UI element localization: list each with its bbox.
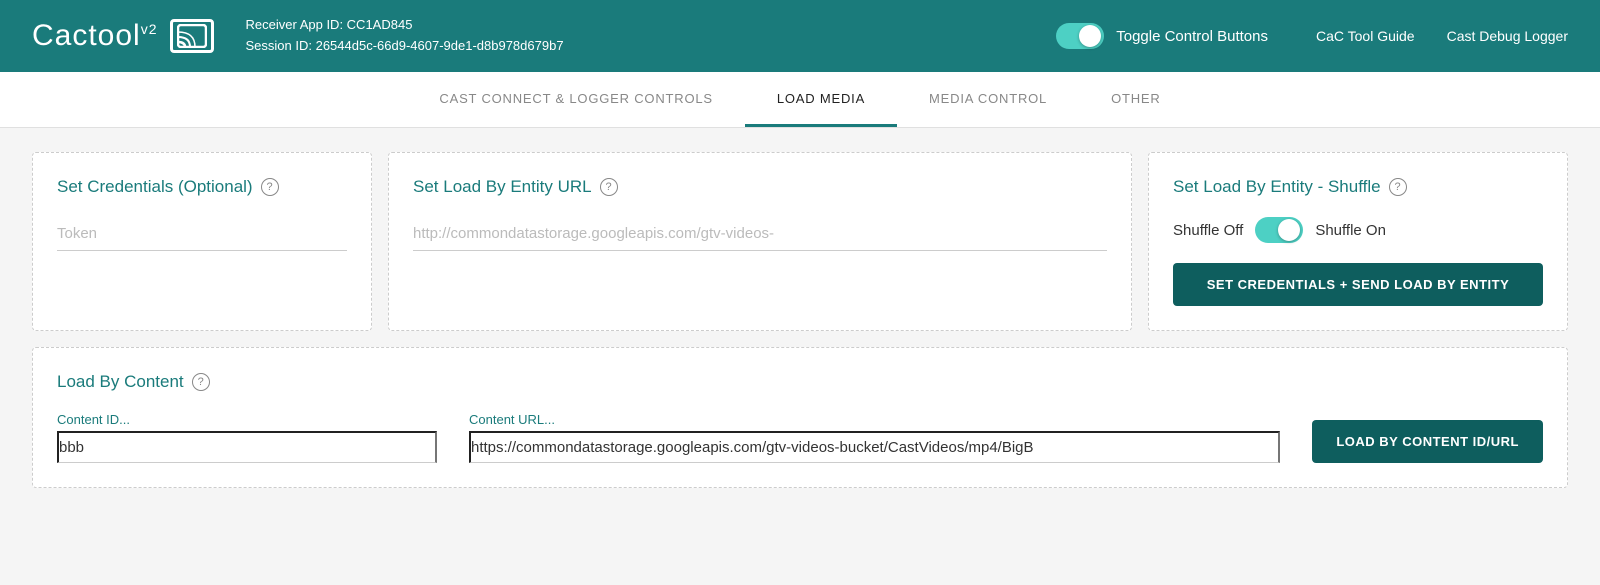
- tab-other[interactable]: OTHER: [1079, 73, 1193, 127]
- toggle-area: Toggle Control Buttons: [1056, 23, 1268, 49]
- content-id-group: Content ID...: [57, 412, 437, 463]
- content-fields-row: Content ID... Content URL... LOAD BY CON…: [57, 412, 1543, 463]
- cast-debug-logger-link[interactable]: Cast Debug Logger: [1447, 28, 1568, 44]
- send-load-by-entity-button[interactable]: SET CREDENTIALS + SEND LOAD BY ENTITY: [1173, 263, 1543, 306]
- load-content-card: Load By Content ? Content ID... Content …: [32, 347, 1568, 488]
- entity-url-card: Set Load By Entity URL ?: [388, 152, 1132, 331]
- entity-url-input[interactable]: [413, 217, 1107, 251]
- toggle-knob: [1079, 25, 1101, 47]
- content-url-label: Content URL...: [469, 412, 1280, 427]
- main-content: Set Credentials (Optional) ? Set Load By…: [0, 128, 1600, 512]
- tabs-bar: CAST CONNECT & LOGGER CONTROLS LOAD MEDI…: [0, 72, 1600, 128]
- token-input[interactable]: [57, 217, 347, 251]
- credentials-help-icon[interactable]: ?: [261, 178, 279, 196]
- shuffle-toggle[interactable]: [1255, 217, 1303, 243]
- shuffle-on-label: Shuffle On: [1315, 222, 1386, 239]
- tab-media-control[interactable]: MEDIA CONTROL: [897, 73, 1079, 127]
- shuffle-card: Set Load By Entity - Shuffle ? Shuffle O…: [1148, 152, 1568, 331]
- top-cards-row: Set Credentials (Optional) ? Set Load By…: [32, 152, 1568, 331]
- logo-name: Cactool: [32, 19, 141, 52]
- shuffle-card-title: Set Load By Entity - Shuffle ?: [1173, 177, 1543, 197]
- shuffle-toggle-knob: [1278, 219, 1300, 241]
- entity-url-title-text: Set Load By Entity URL: [413, 177, 592, 197]
- load-content-title-text: Load By Content: [57, 372, 184, 392]
- receiver-app-id: Receiver App ID: CC1AD845: [246, 15, 1057, 36]
- session-id: Session ID: 26544d5c-66d9-4607-9de1-d8b9…: [246, 36, 1057, 57]
- content-id-input[interactable]: [57, 431, 437, 463]
- toggle-label: Toggle Control Buttons: [1116, 28, 1268, 45]
- entity-url-card-title: Set Load By Entity URL ?: [413, 177, 1107, 197]
- credentials-title-text: Set Credentials (Optional): [57, 177, 253, 197]
- entity-url-help-icon[interactable]: ?: [600, 178, 618, 196]
- cac-tool-guide-link[interactable]: CaC Tool Guide: [1316, 28, 1415, 44]
- logo-text: Cactoolv2: [32, 19, 158, 53]
- header-info: Receiver App ID: CC1AD845 Session ID: 26…: [246, 15, 1057, 57]
- shuffle-toggle-row: Shuffle Off Shuffle On: [1173, 217, 1543, 243]
- control-buttons-toggle[interactable]: [1056, 23, 1104, 49]
- header-nav: CaC Tool Guide Cast Debug Logger: [1316, 28, 1568, 44]
- load-content-button[interactable]: LOAD BY CONTENT ID/URL: [1312, 420, 1543, 463]
- shuffle-help-icon[interactable]: ?: [1389, 178, 1407, 196]
- logo-version: v2: [141, 21, 158, 37]
- load-content-help-icon[interactable]: ?: [192, 373, 210, 391]
- load-content-card-title: Load By Content ?: [57, 372, 1543, 392]
- credentials-card-title: Set Credentials (Optional) ?: [57, 177, 347, 197]
- credentials-card: Set Credentials (Optional) ?: [32, 152, 372, 331]
- shuffle-off-label: Shuffle Off: [1173, 222, 1243, 239]
- tab-load-media[interactable]: LOAD MEDIA: [745, 73, 897, 127]
- logo-area: Cactoolv2: [32, 19, 214, 53]
- cast-svg-icon: [177, 24, 207, 48]
- app-header: Cactoolv2 Receiver App ID: CC1AD845 Sess…: [0, 0, 1600, 72]
- cast-icon: [170, 19, 214, 53]
- tab-cast-connect[interactable]: CAST CONNECT & LOGGER CONTROLS: [407, 73, 744, 127]
- shuffle-title-text: Set Load By Entity - Shuffle: [1173, 177, 1381, 197]
- content-url-group: Content URL...: [469, 412, 1280, 463]
- content-id-label: Content ID...: [57, 412, 437, 427]
- content-url-input[interactable]: [469, 431, 1280, 463]
